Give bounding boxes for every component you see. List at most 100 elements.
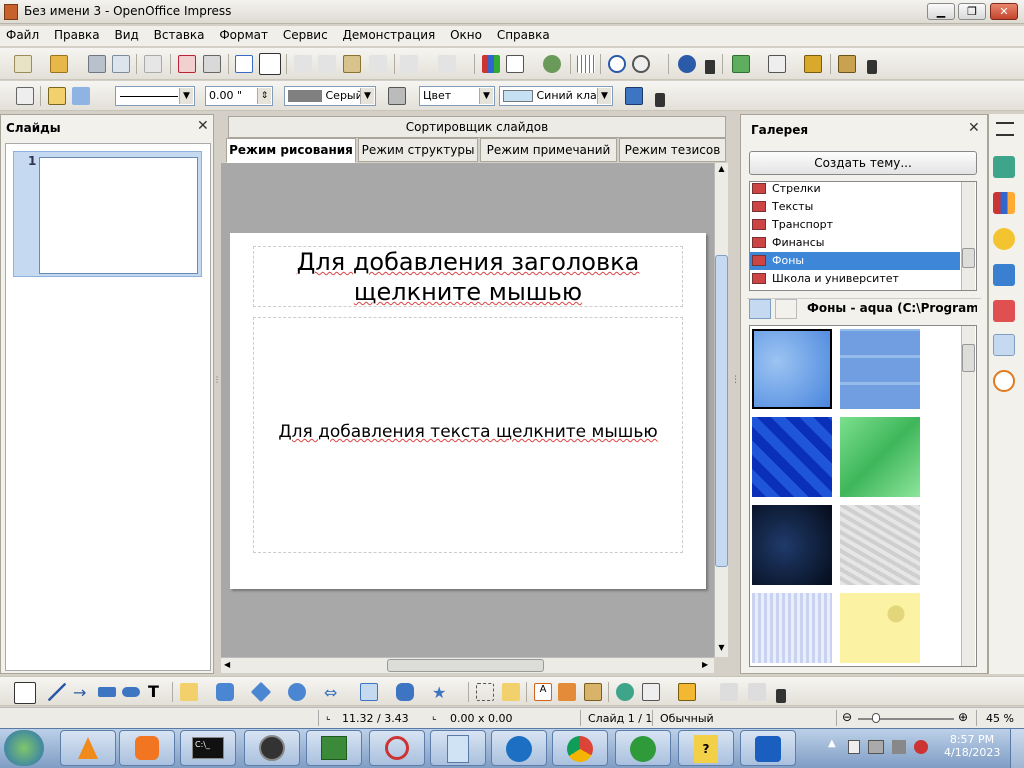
slide-layout-icon[interactable] <box>768 55 786 73</box>
snipping-tool-icon[interactable] <box>369 730 425 766</box>
splitter-handle-left[interactable]: ⋮ <box>213 375 221 415</box>
arrange-icon[interactable] <box>678 683 696 701</box>
zoom-icon[interactable] <box>632 55 650 73</box>
minimize-button[interactable]: ▁ <box>927 3 955 20</box>
chrome-icon[interactable] <box>552 730 608 766</box>
line-color-select[interactable]: Серый ▼ <box>284 86 376 106</box>
glue-points-icon[interactable] <box>502 683 520 701</box>
master-pages-icon[interactable] <box>993 192 1015 214</box>
toolbar-more-icon-3[interactable] <box>655 93 665 107</box>
rotate-icon[interactable] <box>616 683 634 701</box>
basic-shapes-icon[interactable] <box>250 681 272 703</box>
close-window-button[interactable]: ✕ <box>990 3 1018 20</box>
export-pdf-icon[interactable] <box>178 55 196 73</box>
new-document-icon[interactable] <box>14 55 32 73</box>
close-slides-panel-icon[interactable]: ✕ <box>197 118 209 134</box>
emoji-icon[interactable] <box>543 55 561 73</box>
menu-help[interactable]: Справка <box>491 26 555 42</box>
vlc-icon[interactable] <box>60 730 116 766</box>
arrow-line-icon[interactable]: → <box>73 683 91 702</box>
points-icon[interactable] <box>476 683 494 701</box>
help-icon[interactable] <box>678 55 696 73</box>
edit-file-icon[interactable] <box>144 55 162 73</box>
flowchart-icon[interactable] <box>360 683 378 701</box>
line-style-pen-icon[interactable] <box>48 87 66 105</box>
gallery-thumb-cheese[interactable] <box>840 593 920 663</box>
tab-handout-view[interactable]: Режим тезисов <box>619 138 726 162</box>
xampp-icon[interactable] <box>119 730 175 766</box>
alignment-icon[interactable] <box>642 683 660 701</box>
tray-flag-icon[interactable] <box>848 740 860 754</box>
clock[interactable]: 8:57 PM 4/18/2023 <box>944 733 1000 759</box>
tray-network-icon[interactable] <box>868 740 884 754</box>
area-fill-bucket-icon[interactable] <box>388 87 406 105</box>
splitter-handle-right[interactable]: ⋮ <box>731 375 740 415</box>
gallery-thumb-green[interactable] <box>840 417 920 497</box>
gallery-scrollbar[interactable] <box>961 326 975 666</box>
theme-item-transport[interactable]: Транспорт <box>750 216 960 234</box>
create-theme-button[interactable]: Создать тему... <box>749 151 977 175</box>
openoffice-taskbar-icon[interactable] <box>491 730 547 766</box>
show-desktop-button[interactable] <box>1010 729 1024 768</box>
gallery-thumb-light-blue[interactable] <box>752 593 832 663</box>
horizontal-scroll-thumb[interactable] <box>387 659 544 672</box>
lock-app-icon[interactable] <box>244 730 300 766</box>
tray-alert-icon[interactable] <box>914 740 928 754</box>
navigator-icon[interactable] <box>608 55 626 73</box>
extrusion-icon[interactable] <box>720 683 738 701</box>
stars-icon[interactable]: ★ <box>432 683 450 702</box>
help-app-icon[interactable]: ? <box>678 730 734 766</box>
theme-list-scroll-thumb[interactable] <box>962 248 975 268</box>
zoom-in-icon[interactable]: ⊕ <box>958 710 968 724</box>
slide-transition-icon[interactable] <box>993 264 1015 286</box>
email-icon[interactable] <box>112 55 130 73</box>
open-folder-icon[interactable] <box>50 55 68 73</box>
gallery-thumb-white-texture[interactable] <box>840 505 920 585</box>
menu-slideshow[interactable]: Демонстрация <box>337 26 441 42</box>
animation-star-icon[interactable] <box>993 228 1015 250</box>
gallery-thumb-aqua[interactable] <box>751 328 833 410</box>
tab-slide-sorter[interactable]: Сортировщик слайдов <box>228 116 726 138</box>
show-hidden-icons[interactable]: ▲ <box>828 738 836 749</box>
tab-notes-view[interactable]: Режим примечаний <box>480 138 617 162</box>
block-arrows-icon[interactable]: ⇔ <box>324 683 342 702</box>
start-button[interactable] <box>4 730 44 766</box>
scroll-up-icon[interactable]: ▲ <box>715 164 728 173</box>
toolbar-more-icon-2[interactable] <box>867 60 877 74</box>
line-width-field[interactable]: 0.00 " ⇕ <box>205 86 273 106</box>
gallery-thumb-tiles[interactable] <box>840 329 920 409</box>
properties-icon[interactable] <box>993 156 1015 178</box>
chart-icon[interactable] <box>482 55 500 73</box>
spellcheck-icon[interactable] <box>235 55 253 73</box>
theme-item-backgrounds[interactable]: Фоны <box>750 252 960 270</box>
menu-insert[interactable]: Вставка <box>148 26 210 42</box>
vertical-scrollbar[interactable]: ▲ ▼ <box>714 163 728 657</box>
gallery-scroll-thumb[interactable] <box>962 344 975 372</box>
copy-icon[interactable] <box>318 55 336 73</box>
undo-icon[interactable] <box>400 55 418 73</box>
horizontal-scrollbar[interactable]: ◀ ▶ <box>221 657 714 673</box>
theme-item-arrows[interactable]: Стрелки <box>750 180 960 198</box>
grid-icon[interactable] <box>577 55 595 73</box>
menu-icon[interactable] <box>996 122 1014 136</box>
autospellcheck-icon[interactable] <box>259 53 281 75</box>
gallery-sidebar-icon[interactable] <box>993 334 1015 356</box>
toolbar-more-icon-4[interactable] <box>776 689 786 703</box>
slide-design-icon[interactable] <box>804 55 822 73</box>
redo-icon[interactable] <box>438 55 456 73</box>
menu-window[interactable]: Окно <box>444 26 487 42</box>
styles-icon[interactable] <box>993 300 1015 322</box>
theme-item-finance[interactable]: Финансы <box>750 234 960 252</box>
impress-app-icon[interactable] <box>4 4 18 20</box>
menu-file[interactable]: Файл <box>0 26 44 42</box>
paste-icon[interactable] <box>343 55 361 73</box>
menu-tools[interactable]: Сервис <box>277 26 333 42</box>
blue-app-icon[interactable] <box>740 730 796 766</box>
navigator-sidebar-icon[interactable] <box>993 370 1015 392</box>
curve-icon[interactable] <box>180 683 198 701</box>
title-placeholder[interactable]: Для добавления заголовка щелкните мышью <box>253 246 683 307</box>
area-color-select[interactable]: Синий кла ▼ <box>499 86 613 106</box>
line-style-select[interactable]: ▼ <box>115 86 195 106</box>
save-icon[interactable] <box>88 55 106 73</box>
line-icon[interactable] <box>16 87 34 105</box>
